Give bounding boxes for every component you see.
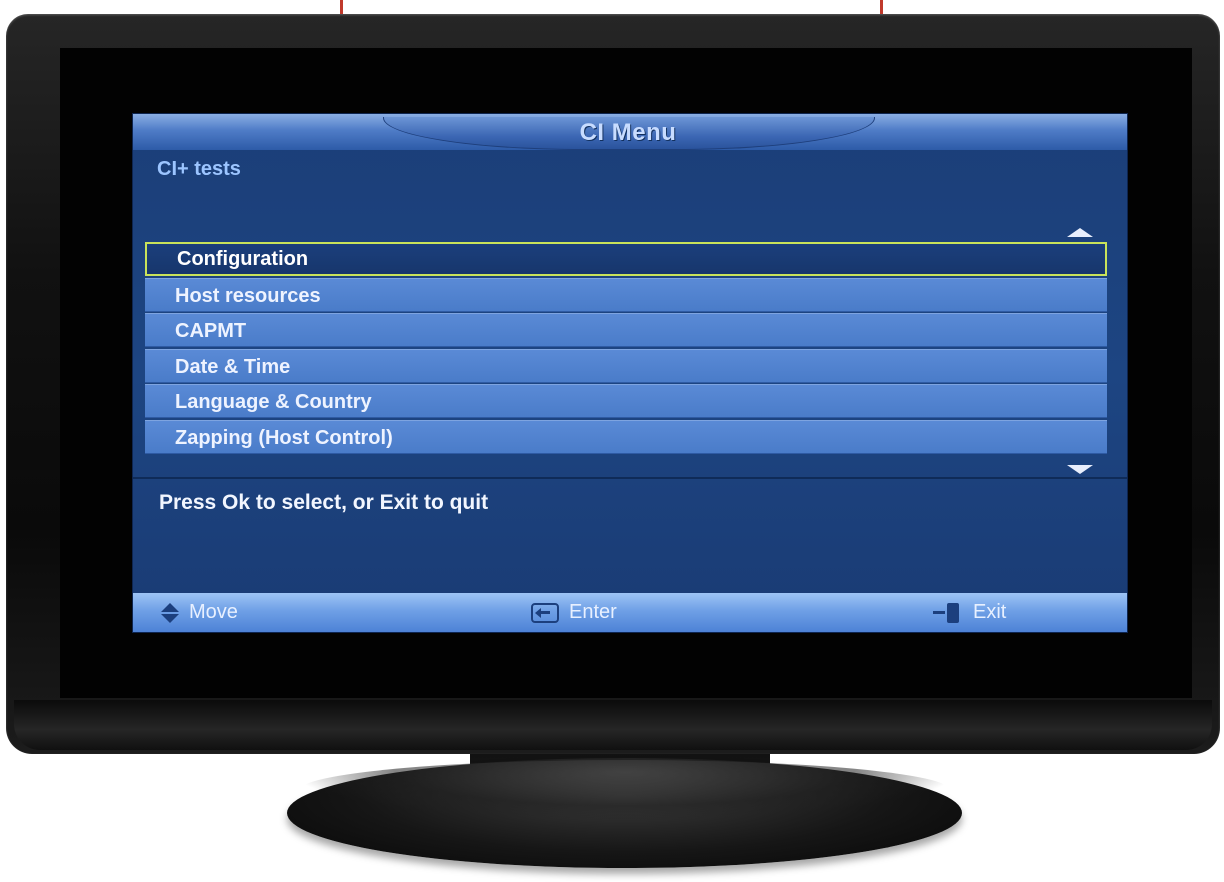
divider	[133, 477, 1127, 479]
menu-item-configuration[interactable]: Configuration	[145, 242, 1107, 276]
menu-item-language-country[interactable]: Language & Country	[145, 384, 1107, 419]
tv-scene: CI Menu CI+ tests Configuration Host res…	[0, 0, 1224, 882]
scroll-down-icon[interactable]	[1067, 465, 1093, 474]
footer-bar: Move Enter Exit	[133, 593, 1127, 632]
exit-door-icon	[933, 602, 963, 624]
menu-item-zapping[interactable]: Zapping (Host Control)	[145, 419, 1107, 454]
footer-move: Move	[161, 593, 238, 632]
tv-bezel-lower	[14, 700, 1212, 750]
ci-menu-panel: CI Menu CI+ tests Configuration Host res…	[132, 113, 1128, 633]
scroll-up-icon[interactable]	[1067, 228, 1093, 237]
up-down-arrows-icon	[161, 602, 179, 623]
footer-exit-label: Exit	[973, 601, 1007, 623]
menu-title: CI Menu	[579, 119, 677, 146]
menu-item-capmt[interactable]: CAPMT	[145, 313, 1107, 348]
footer-enter[interactable]: Enter	[531, 593, 617, 632]
menu-item-date-time[interactable]: Date & Time	[145, 348, 1107, 383]
menu-item-host-resources[interactable]: Host resources	[145, 277, 1107, 312]
tv-stand-highlight	[300, 760, 950, 820]
help-text: Press Ok to select, or Exit to quit	[159, 491, 489, 514]
enter-key-icon	[531, 602, 559, 623]
footer-enter-label: Enter	[569, 601, 617, 623]
menu-subtitle: CI+ tests	[157, 158, 241, 180]
footer-exit[interactable]: Exit	[933, 593, 1006, 632]
menu-list: Configuration Host resources CAPMT Date …	[145, 242, 1107, 456]
footer-move-label: Move	[189, 601, 238, 623]
